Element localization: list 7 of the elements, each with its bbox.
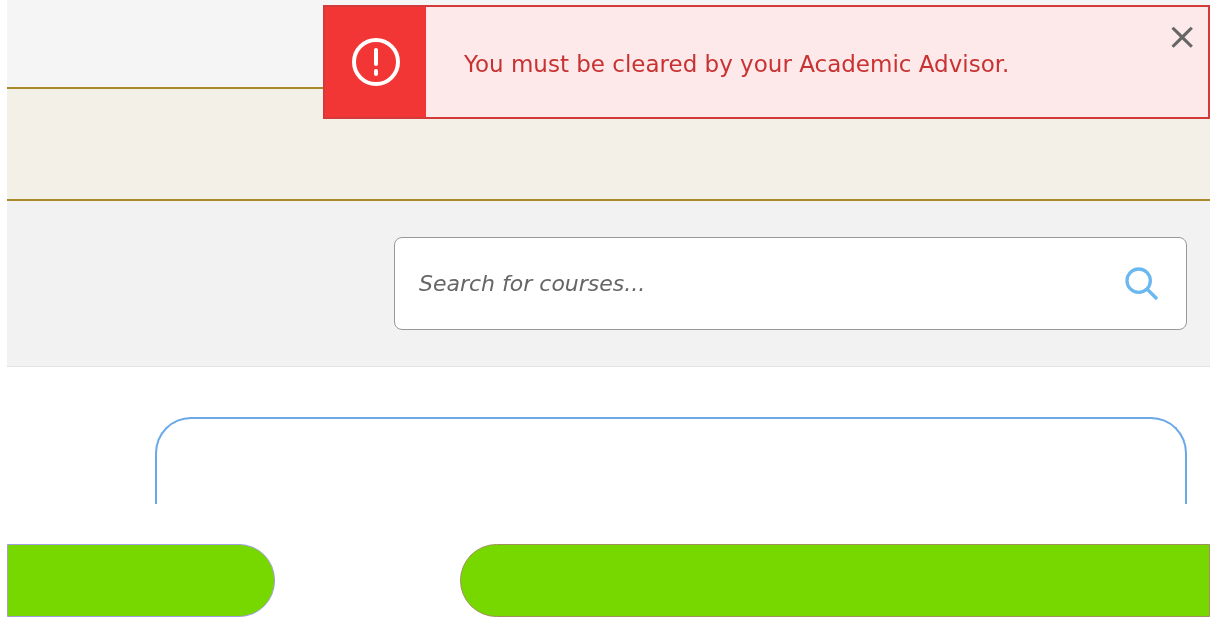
tab-button[interactable] xyxy=(7,544,275,617)
alert-message: You must be cleared by your Academic Advisor. xyxy=(464,50,1010,79)
search-field[interactable]: Search for courses... xyxy=(394,237,1187,330)
close-button[interactable]: × xyxy=(1166,17,1198,55)
exclamation-icon xyxy=(349,36,402,88)
tab-button[interactable] xyxy=(460,544,1210,617)
search-input[interactable]: Search for courses... xyxy=(419,267,1114,300)
